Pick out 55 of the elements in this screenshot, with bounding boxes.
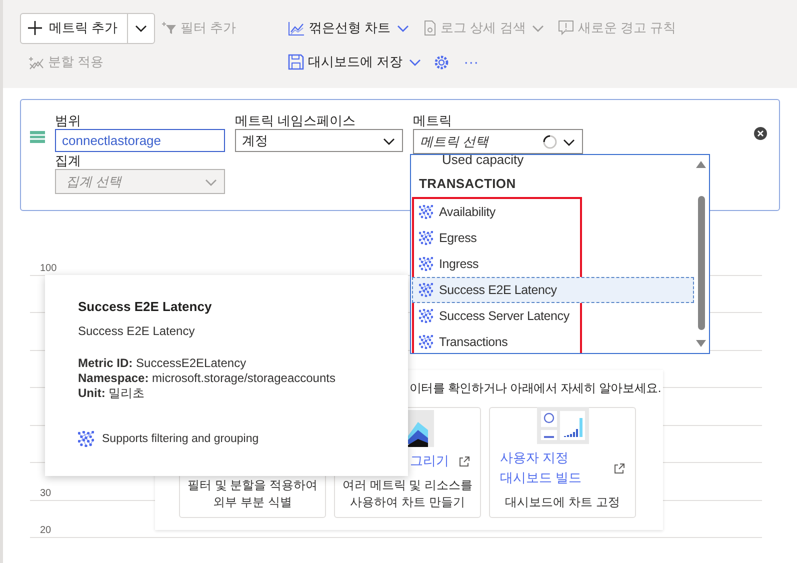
metric-icon: [419, 335, 433, 349]
dropdown-option[interactable]: Success E2E Latency: [412, 277, 694, 303]
metric-icon: [419, 257, 433, 271]
line-chart-icon: [288, 20, 305, 36]
dropdown-option[interactable]: Egress: [412, 225, 580, 251]
tooltip-detail: Metric ID: SuccessE2ELatency: [78, 356, 248, 371]
dropdown-option[interactable]: Transactions: [412, 329, 580, 353]
scroll-down-icon[interactable]: [696, 340, 706, 347]
scrollbar-thumb[interactable]: [698, 196, 704, 330]
dropdown-option[interactable]: Availability: [412, 199, 580, 225]
filter-icon: [160, 21, 177, 35]
tooltip-feature: Supports filtering and grouping: [102, 433, 259, 445]
metric-icon: [419, 309, 433, 323]
tile-description: 필터 및 분할을 적용하여 외부 부분 식별: [186, 477, 318, 511]
namespace-select[interactable]: 계정: [235, 129, 403, 152]
namespace-label: 메트릭 네임스페이스: [235, 112, 357, 129]
y-axis-label: 30: [40, 488, 52, 498]
tooltip-title: Success E2E Latency: [78, 299, 213, 314]
splitting-icon: [28, 54, 44, 70]
y-axis-label: 20: [40, 525, 52, 536]
add-metric-button[interactable]: 메트릭 추가: [21, 14, 128, 42]
empty-state-message: 이터를 확인하거나 아래에서 자세히 알아보세요.: [409, 380, 662, 397]
dropdown-option[interactable]: Ingress: [412, 251, 580, 277]
alert-icon: [558, 20, 574, 36]
dropdown-option[interactable]: Success Server Latency: [412, 303, 580, 329]
metric-select[interactable]: 메트릭 선택: [413, 129, 583, 154]
aggregation-label: 집계: [55, 152, 82, 169]
external-link-icon: [459, 456, 470, 466]
external-link-icon: [614, 462, 625, 474]
scroll-up-icon[interactable]: [696, 161, 706, 168]
close-icon[interactable]: [754, 127, 767, 140]
scope-label: 범위: [55, 112, 82, 129]
save-icon: [288, 54, 304, 70]
metric-icon: [419, 205, 433, 219]
y-axis-label: 100: [40, 262, 57, 274]
metric-label: 메트릭: [413, 112, 453, 129]
tooltip-subtitle: Success E2E Latency: [78, 324, 196, 338]
metric-row-icon: [30, 131, 45, 143]
metric-icon: [78, 431, 94, 447]
help-link[interactable]: 사용자 지정 대시보드 빌드: [500, 448, 604, 488]
tooltip-detail: Unit: 밀리초: [78, 386, 146, 401]
tooltip-detail: Namespace: microsoft.storage/storageaccounts: [78, 371, 336, 386]
chart-type-menu[interactable]: 꺾은선형 차트: [288, 19, 411, 37]
tile-description: 대시보드에 차트 고정: [505, 494, 620, 511]
group-header: TRANSACTION: [418, 175, 517, 193]
document-icon: [422, 20, 437, 36]
metric-icon: [419, 231, 433, 245]
save-to-dashboard-menu[interactable]: 대시보드에 저장: [288, 53, 423, 71]
tile-description: 여러 메트릭 및 리소스를 사용하여 차트 만들기: [341, 477, 474, 511]
more-button[interactable]: ···: [464, 54, 479, 70]
help-link[interactable]: 그리기: [410, 451, 449, 471]
plus-icon: [27, 20, 43, 36]
settings-icon[interactable]: [432, 54, 450, 70]
metric-icon: [419, 283, 433, 297]
scope-field[interactable]: connectlastorage: [55, 129, 225, 152]
